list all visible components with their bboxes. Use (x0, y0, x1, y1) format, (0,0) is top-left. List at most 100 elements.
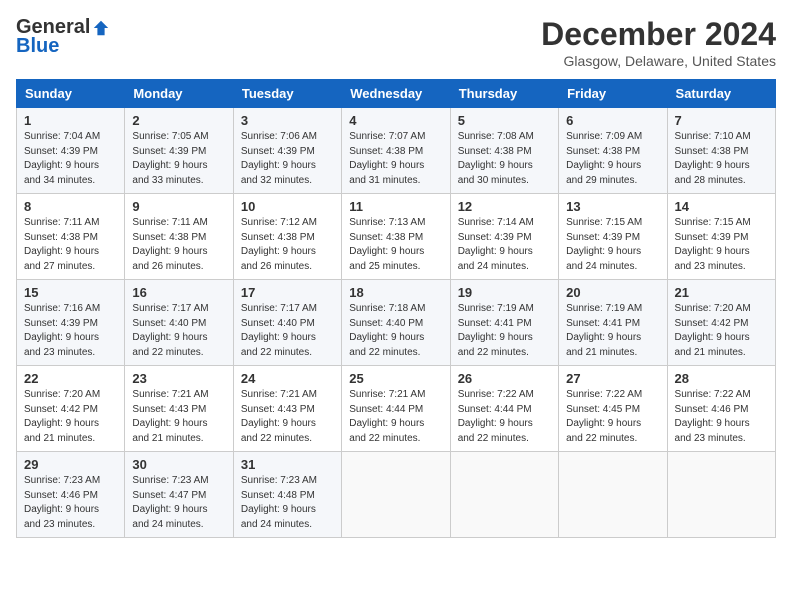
day-number: 11 (349, 199, 442, 214)
day-number: 5 (458, 113, 551, 128)
cell-info: Sunrise: 7:21 AMSunset: 4:43 PMDaylight:… (241, 389, 317, 444)
calendar-cell: 23 Sunrise: 7:21 AMSunset: 4:43 PMDayligh… (125, 366, 233, 452)
cell-info: Sunrise: 7:18 AMSunset: 4:40 PMDaylight:… (349, 303, 425, 358)
day-number: 31 (241, 457, 334, 472)
cell-info: Sunrise: 7:21 AMSunset: 4:43 PMDaylight:… (132, 389, 208, 444)
cell-info: Sunrise: 7:06 AMSunset: 4:39 PMDaylight:… (241, 131, 317, 186)
day-number: 9 (132, 199, 225, 214)
cell-info: Sunrise: 7:15 AMSunset: 4:39 PMDaylight:… (566, 217, 642, 272)
calendar-week-row: 22 Sunrise: 7:20 AMSunset: 4:42 PMDayligh… (17, 366, 776, 452)
calendar-header-row: SundayMondayTuesdayWednesdayThursdayFrid… (17, 80, 776, 108)
title-area: December 2024 Glasgow, Delaware, United … (541, 16, 776, 69)
calendar-cell: 16 Sunrise: 7:17 AMSunset: 4:40 PMDayligh… (125, 280, 233, 366)
calendar-cell: 19Sunrise: 7:19 AMSunset: 4:41 PMDayligh… (450, 280, 558, 366)
calendar-cell: 30 Sunrise: 7:23 AMSunset: 4:47 PMDayligh… (125, 452, 233, 538)
day-number: 24 (241, 371, 334, 386)
calendar-cell: 8 Sunrise: 7:11 AMSunset: 4:38 PMDaylight… (17, 194, 125, 280)
calendar-cell: 14 Sunrise: 7:15 AMSunset: 4:39 PMDayligh… (667, 194, 775, 280)
day-header-saturday: Saturday (667, 80, 775, 108)
day-header-tuesday: Tuesday (233, 80, 341, 108)
location: Glasgow, Delaware, United States (541, 53, 776, 69)
cell-info: Sunrise: 7:23 AMSunset: 4:48 PMDaylight:… (241, 475, 317, 530)
day-number: 12 (458, 199, 551, 214)
day-number: 4 (349, 113, 442, 128)
calendar-cell: 22 Sunrise: 7:20 AMSunset: 4:42 PMDayligh… (17, 366, 125, 452)
calendar-cell: 31 Sunrise: 7:23 AMSunset: 4:48 PMDayligh… (233, 452, 341, 538)
logo-icon (92, 19, 110, 37)
calendar-cell: 21 Sunrise: 7:20 AMSunset: 4:42 PMDayligh… (667, 280, 775, 366)
calendar-cell (667, 452, 775, 538)
day-number: 27 (566, 371, 659, 386)
day-number: 18 (349, 285, 442, 300)
calendar-cell: 15 Sunrise: 7:16 AMSunset: 4:39 PMDayligh… (17, 280, 125, 366)
calendar-cell (450, 452, 558, 538)
day-number: 13 (566, 199, 659, 214)
day-number: 23 (132, 371, 225, 386)
calendar-week-row: 29Sunrise: 7:23 AMSunset: 4:46 PMDayligh… (17, 452, 776, 538)
calendar-cell: 5 Sunrise: 7:08 AMSunset: 4:38 PMDaylight… (450, 108, 558, 194)
cell-info: Sunrise: 7:10 AMSunset: 4:38 PMDaylight:… (675, 131, 751, 186)
day-number: 14 (675, 199, 768, 214)
day-number: 17 (241, 285, 334, 300)
cell-info: Sunrise: 7:11 AMSunset: 4:38 PMDaylight:… (132, 217, 207, 272)
day-header-monday: Monday (125, 80, 233, 108)
calendar-cell: 24 Sunrise: 7:21 AMSunset: 4:43 PMDayligh… (233, 366, 341, 452)
day-number: 25 (349, 371, 442, 386)
day-number: 21 (675, 285, 768, 300)
calendar-cell: 10Sunrise: 7:12 AMSunset: 4:38 PMDayligh… (233, 194, 341, 280)
day-number: 3 (241, 113, 334, 128)
day-number: 10 (241, 199, 334, 214)
calendar-week-row: 8 Sunrise: 7:11 AMSunset: 4:38 PMDaylight… (17, 194, 776, 280)
cell-info: Sunrise: 7:04 AMSunset: 4:39 PMDaylight:… (24, 131, 100, 186)
cell-info: Sunrise: 7:13 AMSunset: 4:38 PMDaylight:… (349, 217, 425, 272)
calendar-cell: 18 Sunrise: 7:18 AMSunset: 4:40 PMDayligh… (342, 280, 450, 366)
calendar-cell: 26Sunrise: 7:22 AMSunset: 4:44 PMDayligh… (450, 366, 558, 452)
calendar-body: 1 Sunrise: 7:04 AMSunset: 4:39 PMDaylight… (17, 108, 776, 538)
cell-info: Sunrise: 7:16 AMSunset: 4:39 PMDaylight:… (24, 303, 100, 358)
cell-info: Sunrise: 7:22 AMSunset: 4:45 PMDaylight:… (566, 389, 642, 444)
day-number: 16 (132, 285, 225, 300)
calendar-cell: 1 Sunrise: 7:04 AMSunset: 4:39 PMDaylight… (17, 108, 125, 194)
day-number: 30 (132, 457, 225, 472)
cell-info: Sunrise: 7:09 AMSunset: 4:38 PMDaylight:… (566, 131, 642, 186)
cell-info: Sunrise: 7:17 AMSunset: 4:40 PMDaylight:… (241, 303, 317, 358)
calendar-table: SundayMondayTuesdayWednesdayThursdayFrid… (16, 79, 776, 538)
calendar-cell: 20 Sunrise: 7:19 AMSunset: 4:41 PMDayligh… (559, 280, 667, 366)
day-header-friday: Friday (559, 80, 667, 108)
day-number: 7 (675, 113, 768, 128)
calendar-week-row: 1 Sunrise: 7:04 AMSunset: 4:39 PMDaylight… (17, 108, 776, 194)
day-number: 19 (458, 285, 551, 300)
cell-info: Sunrise: 7:08 AMSunset: 4:38 PMDaylight:… (458, 131, 534, 186)
calendar-cell: 6Sunrise: 7:09 AMSunset: 4:38 PMDaylight… (559, 108, 667, 194)
calendar-cell: 4 Sunrise: 7:07 AMSunset: 4:38 PMDaylight… (342, 108, 450, 194)
day-number: 20 (566, 285, 659, 300)
month-title: December 2024 (541, 16, 776, 53)
calendar-cell: 11 Sunrise: 7:13 AMSunset: 4:38 PMDayligh… (342, 194, 450, 280)
cell-info: Sunrise: 7:20 AMSunset: 4:42 PMDaylight:… (24, 389, 100, 444)
day-number: 22 (24, 371, 117, 386)
calendar-cell (559, 452, 667, 538)
cell-info: Sunrise: 7:15 AMSunset: 4:39 PMDaylight:… (675, 217, 751, 272)
cell-info: Sunrise: 7:20 AMSunset: 4:42 PMDaylight:… (675, 303, 751, 358)
cell-info: Sunrise: 7:11 AMSunset: 4:38 PMDaylight:… (24, 217, 99, 272)
cell-info: Sunrise: 7:07 AMSunset: 4:38 PMDaylight:… (349, 131, 425, 186)
cell-info: Sunrise: 7:23 AMSunset: 4:47 PMDaylight:… (132, 475, 208, 530)
calendar-cell: 2 Sunrise: 7:05 AMSunset: 4:39 PMDaylight… (125, 108, 233, 194)
day-number: 1 (24, 113, 117, 128)
day-header-wednesday: Wednesday (342, 80, 450, 108)
calendar-cell: 13 Sunrise: 7:15 AMSunset: 4:39 PMDayligh… (559, 194, 667, 280)
calendar-cell: 17 Sunrise: 7:17 AMSunset: 4:40 PMDayligh… (233, 280, 341, 366)
logo-blue: Blue (16, 35, 59, 57)
day-number: 8 (24, 199, 117, 214)
day-number: 15 (24, 285, 117, 300)
day-number: 2 (132, 113, 225, 128)
calendar-cell: 3 Sunrise: 7:06 AMSunset: 4:39 PMDaylight… (233, 108, 341, 194)
cell-info: Sunrise: 7:23 AMSunset: 4:46 PMDaylight:… (24, 475, 100, 530)
cell-info: Sunrise: 7:05 AMSunset: 4:39 PMDaylight:… (132, 131, 208, 186)
cell-info: Sunrise: 7:17 AMSunset: 4:40 PMDaylight:… (132, 303, 208, 358)
cell-info: Sunrise: 7:22 AMSunset: 4:46 PMDaylight:… (675, 389, 751, 444)
calendar-cell: 27 Sunrise: 7:22 AMSunset: 4:45 PMDayligh… (559, 366, 667, 452)
calendar-cell: 28Sunrise: 7:22 AMSunset: 4:46 PMDayligh… (667, 366, 775, 452)
cell-info: Sunrise: 7:19 AMSunset: 4:41 PMDaylight:… (566, 303, 642, 358)
header: General Blue December 2024 Glasgow, Dela… (16, 16, 776, 69)
